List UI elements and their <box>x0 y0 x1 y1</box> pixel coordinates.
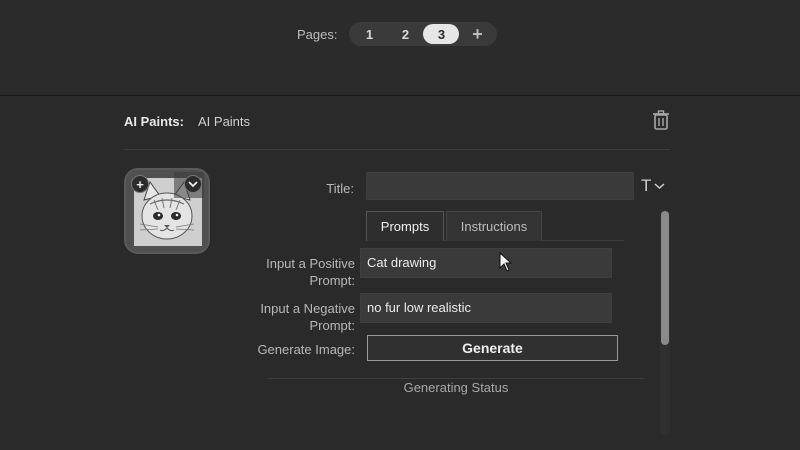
page-button-1[interactable]: 1 <box>351 24 387 44</box>
app-name: AI Paints <box>198 114 251 129</box>
scrollbar[interactable] <box>660 209 670 435</box>
prompt-tabs: Prompts Instructions <box>366 211 624 241</box>
status-divider <box>268 378 644 379</box>
text-format-icon[interactable]: T <box>641 176 665 196</box>
page-button-3[interactable]: 3 <box>423 24 460 44</box>
positive-prompt-input[interactable]: Cat drawing <box>360 248 612 278</box>
generating-status: Generating Status <box>403 380 509 395</box>
pages-label: Pages: <box>297 26 338 42</box>
scrollbar-thumb[interactable] <box>661 211 669 345</box>
text-format-glyph: T <box>641 176 652 195</box>
text-format-chevron-icon <box>654 183 665 190</box>
chevron-down-icon[interactable] <box>184 175 202 193</box>
generate-button[interactable]: Generate <box>367 335 618 361</box>
generated-image-thumbnail[interactable]: + <box>124 168 210 254</box>
negative-prompt-input[interactable]: no fur low realistic <box>360 293 612 323</box>
title-label: Title: <box>326 181 354 196</box>
negative-prompt-label: Input a Negative Prompt: <box>260 301 355 333</box>
add-image-icon[interactable]: + <box>131 175 149 193</box>
trash-icon[interactable] <box>652 110 670 130</box>
tab-instructions[interactable]: Instructions <box>446 211 542 241</box>
tab-prompts[interactable]: Prompts <box>366 211 444 241</box>
mouse-cursor-icon <box>499 252 513 272</box>
top-bar: Pages: 1 2 3 + <box>0 0 800 96</box>
panel-header: AI Paints: AI Paints <box>124 110 670 150</box>
add-page-button[interactable]: + <box>459 24 495 44</box>
page-pagination: Pages: 1 2 3 + <box>297 22 498 46</box>
app-label: AI Paints: <box>124 114 184 129</box>
page-button-2[interactable]: 2 <box>387 24 423 44</box>
positive-prompt-label: Input a Positive Prompt: <box>266 256 355 288</box>
generate-image-label: Generate Image: <box>257 342 355 357</box>
title-input[interactable] <box>366 172 634 200</box>
page-selector: 1 2 3 + <box>349 22 498 46</box>
app-panel: AI Paints: AI Paints + Title: T Prompts … <box>0 96 800 450</box>
